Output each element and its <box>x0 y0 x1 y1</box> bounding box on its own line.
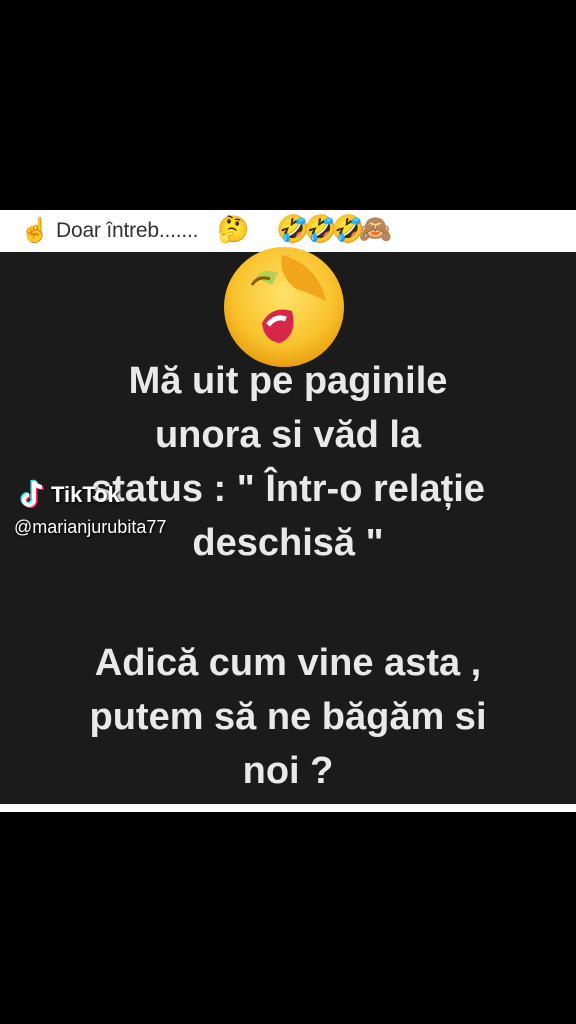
post-text-line: noi ? <box>242 750 334 792</box>
post-text-line: Mă uit pe paginile <box>128 360 448 402</box>
tiktok-brand-label: TikTok <box>51 482 120 507</box>
tiktok-username: @marianjurubita77 <box>14 517 167 537</box>
reaction-emojis-icon: 🤣🤣🤣🙈 <box>276 214 393 244</box>
tiktok-note-icon <box>20 479 44 508</box>
post-text-line: putem să ne băgăm si <box>89 696 487 738</box>
facepalm-laughing-emoji-icon <box>224 247 344 367</box>
header-caption: Doar întreb....... <box>56 219 199 242</box>
post-text-line: Adică cum vine asta , <box>94 642 482 684</box>
post-text-line: unora si văd la <box>154 414 422 456</box>
tiktok-watermark: TikTok <box>17 478 120 512</box>
pointing-finger-icon: ☝️ <box>20 217 50 244</box>
thinking-face-icon: 🤔 <box>217 214 250 244</box>
